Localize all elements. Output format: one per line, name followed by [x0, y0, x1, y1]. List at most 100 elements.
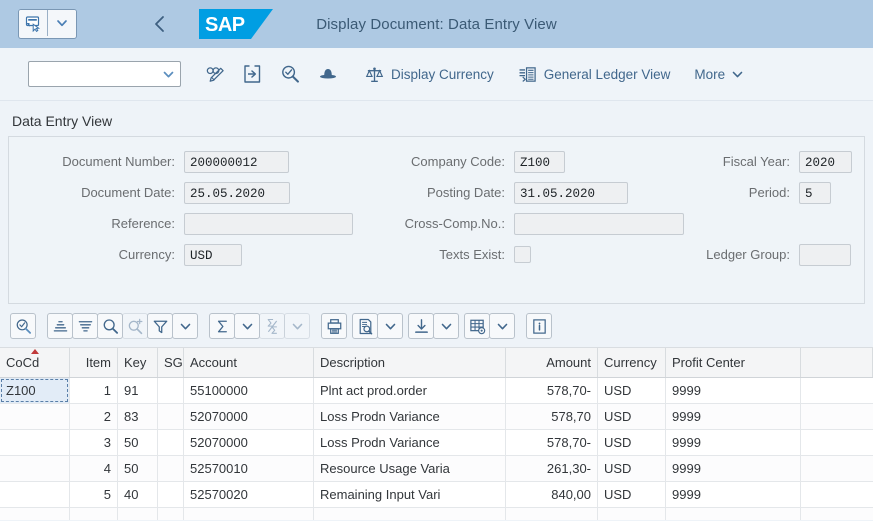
- cell-account[interactable]: 52070000: [184, 430, 314, 455]
- cell-profit-center[interactable]: 9999: [666, 430, 801, 455]
- column-header-item[interactable]: Item: [70, 348, 118, 377]
- fiscal-year-field[interactable]: 2020: [799, 150, 852, 173]
- sort-descending-icon[interactable]: [72, 313, 98, 339]
- cell-description[interactable]: Remaining Input Vari: [314, 482, 506, 507]
- enter-document-icon[interactable]: [233, 57, 271, 91]
- reference-field[interactable]: [184, 212, 353, 235]
- table-row[interactable]: 3 50 52070000 Loss Prodn Variance 578,70…: [0, 430, 873, 456]
- cell-account[interactable]: 55100000: [184, 378, 314, 403]
- document-number-field[interactable]: 200000012: [184, 150, 289, 173]
- table-row[interactable]: 4 50 52570010 Resource Usage Varia 261,3…: [0, 456, 873, 482]
- cell-key[interactable]: 50: [118, 430, 158, 455]
- layout-dropdown-icon[interactable]: [489, 313, 515, 339]
- column-header-cocd[interactable]: CoCd: [0, 348, 70, 377]
- search-icon[interactable]: [97, 313, 123, 339]
- cell-profit-center[interactable]: 9999: [666, 378, 801, 403]
- cell-currency[interactable]: USD: [598, 378, 666, 403]
- cell-key[interactable]: 40: [118, 482, 158, 507]
- general-ledger-view-label: General Ledger View: [543, 66, 671, 82]
- cell-cocd[interactable]: Z100: [0, 378, 70, 403]
- currency-field[interactable]: USD: [184, 243, 242, 266]
- column-header-key[interactable]: Key: [118, 348, 158, 377]
- hat-icon[interactable]: [309, 57, 347, 91]
- filter-icon[interactable]: [147, 313, 173, 339]
- transaction-combobox[interactable]: [28, 61, 181, 87]
- cell-description[interactable]: Loss Prodn Variance: [314, 430, 506, 455]
- cell-description[interactable]: Loss Prodn Variance: [314, 404, 506, 429]
- cell-account[interactable]: 52570010: [184, 456, 314, 481]
- search-check-icon[interactable]: [271, 57, 309, 91]
- print-icon[interactable]: [321, 313, 347, 339]
- cell-sg[interactable]: [158, 378, 184, 403]
- chevron-down-icon[interactable]: [47, 10, 76, 36]
- cell-amount[interactable]: 578,70-: [506, 378, 598, 403]
- posting-date-field[interactable]: 31.05.2020: [514, 181, 628, 204]
- cell-sg[interactable]: [158, 482, 184, 507]
- comment-cursor-icon[interactable]: [19, 10, 47, 36]
- period-field[interactable]: 5: [799, 181, 831, 204]
- cell-currency[interactable]: USD: [598, 430, 666, 455]
- total-sum-icon[interactable]: [209, 313, 235, 339]
- cross-company-number-field[interactable]: [514, 212, 684, 235]
- texts-exist-checkbox[interactable]: [514, 246, 531, 263]
- cell-key[interactable]: 50: [118, 456, 158, 481]
- column-header-description[interactable]: Description: [314, 348, 506, 377]
- export-dropdown-icon[interactable]: [433, 313, 459, 339]
- display-change-icon[interactable]: [195, 57, 233, 91]
- layout-settings-icon[interactable]: [464, 313, 490, 339]
- column-header-account[interactable]: Account: [184, 348, 314, 377]
- cell-profit-center[interactable]: 9999: [666, 456, 801, 481]
- column-header-currency[interactable]: Currency: [598, 348, 666, 377]
- view-details-dropdown-icon[interactable]: [377, 313, 403, 339]
- cell-item[interactable]: 3: [70, 430, 118, 455]
- cell-cocd[interactable]: [0, 430, 70, 455]
- cell-profit-center[interactable]: 9999: [666, 404, 801, 429]
- cell-amount[interactable]: 578,70: [506, 404, 598, 429]
- cell-item[interactable]: 1: [70, 378, 118, 403]
- cell-currency[interactable]: USD: [598, 404, 666, 429]
- sort-ascending-icon[interactable]: [47, 313, 73, 339]
- more-button[interactable]: More: [694, 67, 744, 82]
- cell-account[interactable]: 52570020: [184, 482, 314, 507]
- cell-description[interactable]: Plnt act prod.order: [314, 378, 506, 403]
- cell-currency[interactable]: USD: [598, 456, 666, 481]
- cell-key[interactable]: 83: [118, 404, 158, 429]
- navigate-back-icon[interactable]: [147, 11, 173, 37]
- cell-amount[interactable]: 578,70-: [506, 430, 598, 455]
- table-row[interactable]: Z100 1 91 55100000 Plnt act prod.order 5…: [0, 378, 873, 404]
- filter-dropdown-icon[interactable]: [172, 313, 198, 339]
- display-currency-button[interactable]: Display Currency: [359, 57, 500, 91]
- general-ledger-view-button[interactable]: General Ledger View: [512, 57, 677, 91]
- view-details-icon[interactable]: [352, 313, 378, 339]
- cell-sg[interactable]: [158, 404, 184, 429]
- cell-item[interactable]: 4: [70, 456, 118, 481]
- table-row[interactable]: 5 40 52570020 Remaining Input Vari 840,0…: [0, 482, 873, 508]
- cell-amount[interactable]: 261,30-: [506, 456, 598, 481]
- cell-sg[interactable]: [158, 430, 184, 455]
- document-date-field[interactable]: 25.05.2020: [184, 181, 290, 204]
- ledger-group-field[interactable]: [799, 243, 851, 266]
- cell-item[interactable]: 2: [70, 404, 118, 429]
- cell-item[interactable]: 5: [70, 482, 118, 507]
- info-icon[interactable]: [526, 313, 552, 339]
- total-sum-dropdown-icon[interactable]: [234, 313, 260, 339]
- cell-key[interactable]: 91: [118, 378, 158, 403]
- find-icon[interactable]: [10, 313, 36, 339]
- cell-description[interactable]: Resource Usage Varia: [314, 456, 506, 481]
- cell-sg[interactable]: [158, 456, 184, 481]
- cell-amount[interactable]: 840,00: [506, 482, 598, 507]
- column-header-amount[interactable]: Amount: [506, 348, 598, 377]
- column-header-profit-center[interactable]: Profit Center: [666, 348, 801, 377]
- export-icon[interactable]: [408, 313, 434, 339]
- cell-currency[interactable]: USD: [598, 482, 666, 507]
- table-row-partial[interactable]: [0, 508, 873, 520]
- cell-cocd[interactable]: [0, 404, 70, 429]
- table-row[interactable]: 2 83 52070000 Loss Prodn Variance 578,70…: [0, 404, 873, 430]
- cell-cocd[interactable]: [0, 456, 70, 481]
- cell-cocd[interactable]: [0, 482, 70, 507]
- company-code-field[interactable]: Z100: [514, 150, 565, 173]
- cell-account[interactable]: 52070000: [184, 404, 314, 429]
- shell-menu-button-group[interactable]: [18, 9, 77, 39]
- cell-profit-center[interactable]: 9999: [666, 482, 801, 507]
- column-header-sg[interactable]: SG: [158, 348, 184, 377]
